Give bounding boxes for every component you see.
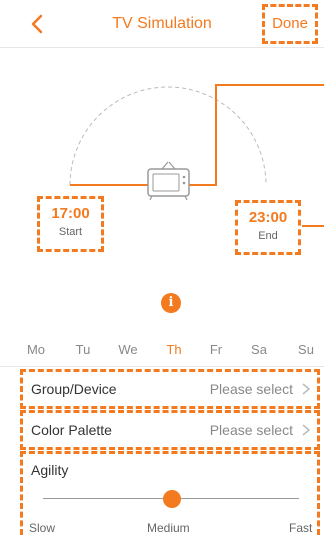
done-button[interactable]: Done bbox=[262, 4, 318, 44]
group-device-row[interactable]: Group/Device Please select bbox=[20, 369, 320, 409]
chevron-right-icon bbox=[302, 383, 311, 395]
start-time-box[interactable]: 17:00 Start bbox=[37, 196, 104, 252]
info-icon[interactable]: i bbox=[161, 293, 181, 313]
header-bar: TV Simulation Done bbox=[0, 0, 324, 48]
day-fr[interactable]: Fr bbox=[198, 342, 234, 357]
end-time: 23:00 bbox=[248, 209, 288, 226]
agility-label: Agility bbox=[31, 462, 69, 478]
start-time: 17:00 bbox=[51, 205, 90, 222]
group-device-label: Group/Device bbox=[31, 381, 117, 397]
chevron-right-icon bbox=[302, 424, 311, 436]
group-device-value: Please select bbox=[209, 381, 293, 397]
day-th[interactable]: Th bbox=[156, 342, 192, 357]
day-su[interactable]: Su bbox=[288, 342, 324, 357]
day-mo[interactable]: Mo bbox=[18, 342, 54, 357]
medium-label: Medium bbox=[147, 521, 190, 535]
color-palette-row[interactable]: Color Palette Please select bbox=[20, 410, 320, 450]
fast-label: Fast bbox=[289, 521, 313, 535]
end-time-box[interactable]: 23:00 End bbox=[235, 200, 301, 255]
day-we[interactable]: We bbox=[110, 342, 146, 357]
divider bbox=[0, 366, 324, 367]
schedule-line bbox=[70, 84, 324, 186]
tv-icon bbox=[147, 161, 190, 201]
weekday-selector: Mo Tu We Th Fr Sa Su bbox=[0, 342, 324, 362]
schedule-graph bbox=[69, 84, 324, 227]
start-label: Start bbox=[58, 226, 83, 238]
agility-slider-thumb[interactable] bbox=[163, 490, 181, 508]
color-palette-value: Please select bbox=[209, 422, 293, 438]
day-sa[interactable]: Sa bbox=[241, 342, 277, 357]
color-palette-label: Color Palette bbox=[31, 422, 112, 438]
slow-label: Slow bbox=[29, 521, 56, 535]
day-tu[interactable]: Tu bbox=[65, 342, 101, 357]
end-label: End bbox=[258, 230, 278, 242]
agility-section: Agility Slow Medium Fast bbox=[20, 451, 320, 535]
